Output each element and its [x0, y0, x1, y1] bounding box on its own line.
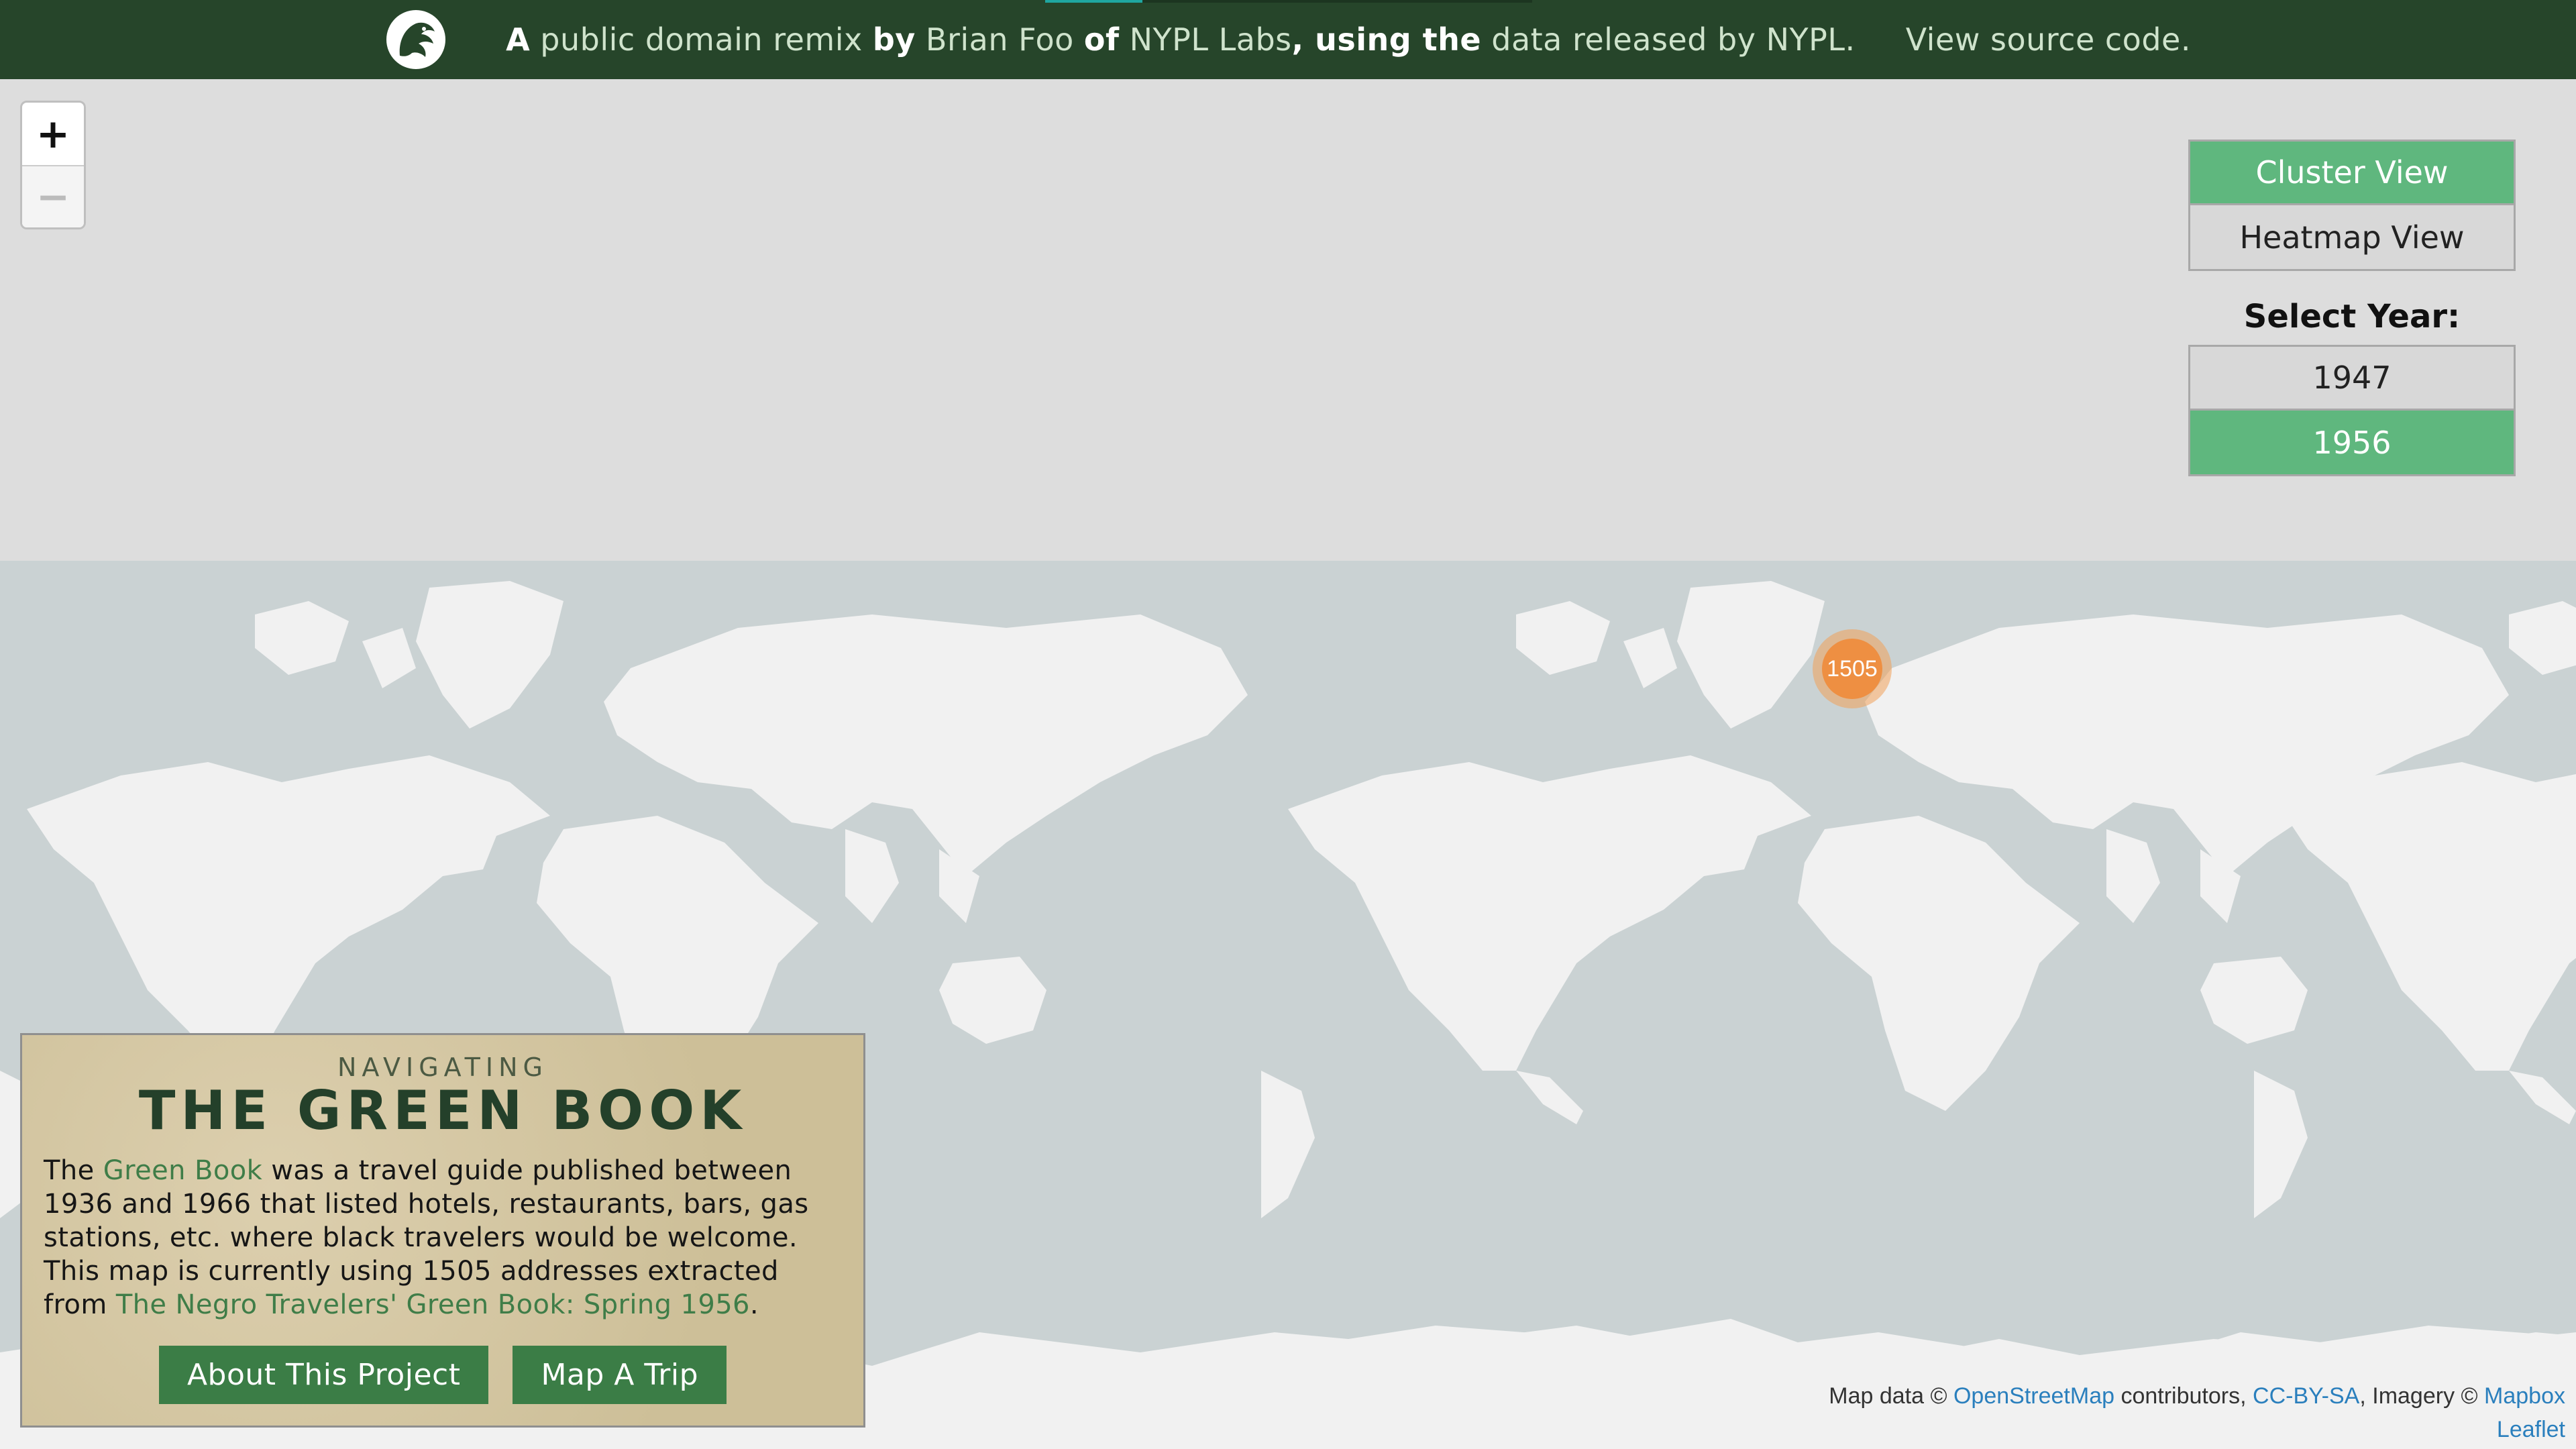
leaflet-link[interactable]: Leaflet [2497, 1417, 2565, 1442]
heatmap-view-button[interactable]: Heatmap View [2188, 205, 2516, 271]
mapbox-link[interactable]: Mapbox [2484, 1383, 2565, 1409]
year-option-1956[interactable]: 1956 [2188, 411, 2516, 476]
green-book-link[interactable]: Green Book [103, 1155, 262, 1186]
attrib-contributors: contributors, [2121, 1383, 2247, 1409]
australia-landmass [939, 957, 1046, 1044]
cluster-marker[interactable]: 1505 [1813, 629, 1892, 708]
info-title: THE GREEN BOOK [138, 1079, 747, 1142]
info-buttons: About This Project Map A Trip [44, 1346, 842, 1404]
nypl-lion-logo-icon[interactable] [385, 9, 447, 70]
credit-by: by [872, 21, 916, 58]
info-kicker: NAVIGATING [337, 1053, 548, 1082]
map-attribution: Map data © OpenStreetMap contributors, C… [1829, 1379, 2565, 1446]
attrib-map-data: Map data © [1829, 1383, 1947, 1409]
desc-part-3: . [749, 1289, 759, 1320]
attribution-line: Map data © OpenStreetMap contributors, C… [1829, 1379, 2565, 1413]
north-america-landmass [27, 755, 550, 1071]
info-description: The Green Book was a travel guide publis… [44, 1154, 842, 1322]
credit-period: . [1845, 21, 1856, 58]
select-year-label: Select Year: [2243, 298, 2461, 335]
loading-progress-fill [1045, 0, 1143, 3]
about-project-button[interactable]: About This Project [158, 1346, 489, 1404]
zoom-in-button[interactable]: + [22, 103, 84, 165]
loading-progress-bar [1045, 0, 1532, 3]
map-a-trip-button[interactable]: Map A Trip [513, 1346, 727, 1404]
attrib-imagery: , Imagery © [2359, 1383, 2478, 1409]
credit-using: , using the [1291, 21, 1482, 58]
zoom-out-button[interactable]: − [22, 165, 84, 227]
view-source-link[interactable]: View source code. [1906, 21, 2191, 58]
author-link[interactable]: Brian Foo [926, 21, 1074, 58]
nypl-labs-link[interactable]: NYPL Labs [1130, 21, 1292, 58]
public-domain-link[interactable]: public domain remix [540, 21, 862, 58]
arctic-islands [255, 601, 416, 688]
license-link[interactable]: CC-BY-SA [2253, 1383, 2359, 1409]
zoom-control: + − [20, 101, 86, 229]
greenland-landmass [416, 581, 564, 729]
top-banner: A public domain remix by Brian Foo of NY… [0, 0, 2576, 79]
cluster-view-button[interactable]: Cluster View [2188, 140, 2516, 205]
year-option-1947[interactable]: 1947 [2188, 345, 2516, 411]
osm-link[interactable]: OpenStreetMap [1953, 1383, 2114, 1409]
source-book-link[interactable]: The Negro Travelers' Green Book: Spring … [116, 1289, 750, 1320]
cluster-count: 1505 [1822, 639, 1882, 699]
control-panel: Cluster View Heatmap View Select Year: 1… [2188, 140, 2516, 476]
credit-of: of [1083, 21, 1120, 58]
credit-prefix: A [506, 21, 531, 58]
info-box: NAVIGATING THE GREEN BOOK The Green Book… [20, 1033, 865, 1428]
desc-part-1: The [44, 1155, 95, 1186]
credit-line: A public domain remix by Brian Foo of NY… [506, 21, 2191, 58]
data-link[interactable]: data released by NYPL [1491, 21, 1845, 58]
